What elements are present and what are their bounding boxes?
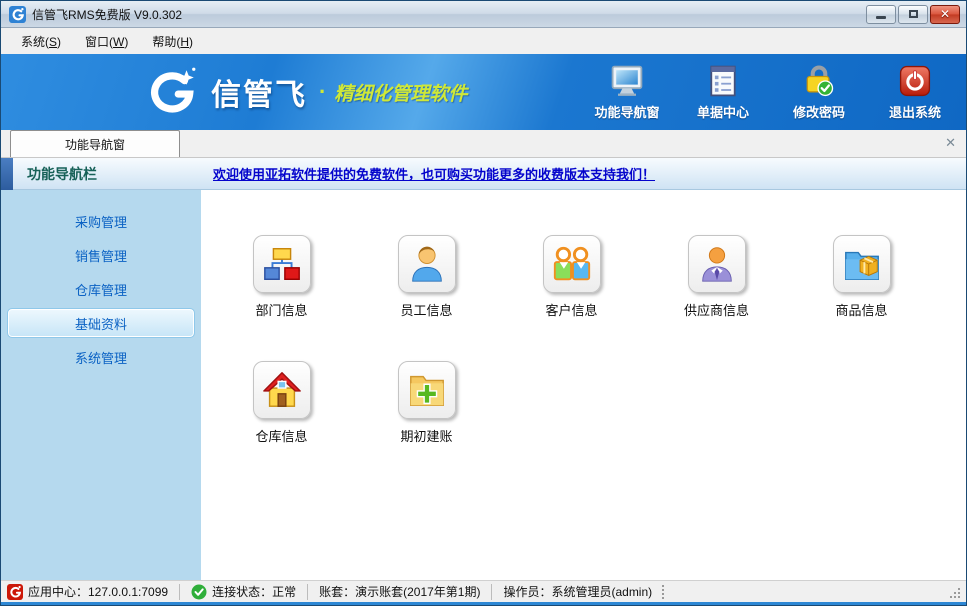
supplier-icon bbox=[696, 243, 738, 285]
sidebar-item-warehouse[interactable]: 仓库管理 bbox=[7, 274, 195, 304]
brand-tagline: 精细化管理软件 bbox=[334, 79, 467, 106]
goods-icon bbox=[841, 243, 883, 285]
tab-strip: 功能导航窗 ✕ bbox=[1, 130, 966, 158]
status-connection: 连接状态：正常 bbox=[191, 583, 296, 600]
lock-icon bbox=[801, 63, 837, 99]
panel-title: 功能导航栏 bbox=[27, 164, 195, 184]
menu-system[interactable]: 系统(S) bbox=[11, 30, 71, 53]
close-icon: ✕ bbox=[940, 8, 950, 20]
toolbar-change-password-button[interactable]: 修改密码 bbox=[782, 63, 856, 121]
toolbar-nav-window-button[interactable]: 功能导航窗 bbox=[590, 63, 664, 121]
warehouse-icon bbox=[261, 369, 303, 411]
org-chart-icon bbox=[261, 243, 303, 285]
grid-item-warehouse-info[interactable]: 仓库信息 bbox=[209, 361, 354, 461]
toolbar-exit-button[interactable]: 退出系统 bbox=[878, 63, 952, 121]
app-header: 信管飞 · 精细化管理软件 功能导航窗 bbox=[1, 54, 966, 130]
close-button[interactable]: ✕ bbox=[930, 5, 960, 24]
sidebar-item-system[interactable]: 系统管理 bbox=[7, 342, 195, 372]
grid-item-supplier-info[interactable]: 供应商信息 bbox=[644, 235, 789, 335]
tab-nav-window[interactable]: 功能导航窗 bbox=[10, 130, 180, 157]
menu-help[interactable]: 帮助(H) bbox=[142, 30, 203, 53]
brand-separator: · bbox=[319, 79, 326, 105]
menu-window[interactable]: 窗口(W) bbox=[75, 30, 138, 53]
status-operator: 操作员：系统管理员(admin) bbox=[503, 583, 652, 600]
grid-item-customer-info[interactable]: 客户信息 bbox=[499, 235, 644, 335]
minimize-icon bbox=[876, 16, 886, 19]
status-drag-handle[interactable] bbox=[662, 585, 664, 599]
status-app-center: 应用中心：127.0.0.1:7099 bbox=[7, 583, 168, 600]
customers-icon bbox=[551, 243, 593, 285]
status-separator bbox=[307, 584, 308, 600]
panel-accent-block bbox=[1, 158, 13, 190]
sidebar-item-purchase[interactable]: 采购管理 bbox=[7, 206, 195, 236]
monitor-icon bbox=[609, 63, 645, 99]
content-body: 采购管理 销售管理 仓库管理 基础资料 系统管理 部门信息 bbox=[1, 190, 966, 580]
documents-icon bbox=[705, 63, 741, 99]
header-toolbar: 功能导航窗 单据中心 修改密码 bbox=[590, 63, 952, 121]
app-window: 信管飞RMS免费版 V9.0.302 ✕ 系统(S) 窗口(W) 帮助(H) 信… bbox=[0, 0, 967, 606]
app-logo-icon bbox=[9, 6, 26, 23]
menu-bar: 系统(S) 窗口(W) 帮助(H) bbox=[1, 28, 966, 54]
window-title: 信管飞RMS免费版 V9.0.302 bbox=[32, 6, 866, 23]
power-icon bbox=[897, 63, 933, 99]
resize-grip-icon[interactable] bbox=[949, 587, 962, 600]
panel-header: 功能导航栏 欢迎使用亚拓软件提供的免费软件，也可购买功能更多的收费版本支持我们！ bbox=[1, 158, 966, 190]
grid-item-goods-info[interactable]: 商品信息 bbox=[789, 235, 934, 335]
maximize-button[interactable] bbox=[898, 5, 928, 24]
maximize-icon bbox=[909, 10, 918, 18]
main-panel: 部门信息 员工信息 bbox=[201, 190, 966, 580]
brand-logo-icon bbox=[139, 66, 201, 118]
minimize-button[interactable] bbox=[866, 5, 896, 24]
status-ok-icon bbox=[191, 584, 207, 600]
employee-icon bbox=[406, 243, 448, 285]
grid-item-employee-info[interactable]: 员工信息 bbox=[354, 235, 499, 335]
brand: 信管飞 · 精细化管理软件 bbox=[139, 66, 467, 118]
status-account: 账套：演示账套(2017年第1期) bbox=[319, 583, 480, 600]
title-bar: 信管飞RMS免费版 V9.0.302 ✕ bbox=[1, 1, 966, 28]
grid-item-initial-account[interactable]: 期初建账 bbox=[354, 361, 499, 461]
status-separator bbox=[179, 584, 180, 600]
nav-sidebar: 采购管理 销售管理 仓库管理 基础资料 系统管理 bbox=[1, 190, 201, 580]
sidebar-item-sales[interactable]: 销售管理 bbox=[7, 240, 195, 270]
tab-close-icon[interactable]: ✕ bbox=[945, 135, 956, 151]
grid-item-department-info[interactable]: 部门信息 bbox=[209, 235, 354, 335]
status-separator bbox=[491, 584, 492, 600]
app-center-icon bbox=[7, 584, 23, 600]
toolbar-document-center-button[interactable]: 单据中心 bbox=[686, 63, 760, 121]
sidebar-item-basic-data[interactable]: 基础资料 bbox=[7, 308, 195, 338]
new-account-icon bbox=[406, 369, 448, 411]
brand-name: 信管飞 bbox=[211, 70, 307, 114]
icon-grid: 部门信息 员工信息 bbox=[209, 235, 966, 461]
welcome-link[interactable]: 欢迎使用亚拓软件提供的免费软件，也可购买功能更多的收费版本支持我们！ bbox=[213, 164, 655, 183]
status-bar: 应用中心：127.0.0.1:7099 连接状态：正常 账套：演示账套(2017… bbox=[1, 580, 966, 605]
